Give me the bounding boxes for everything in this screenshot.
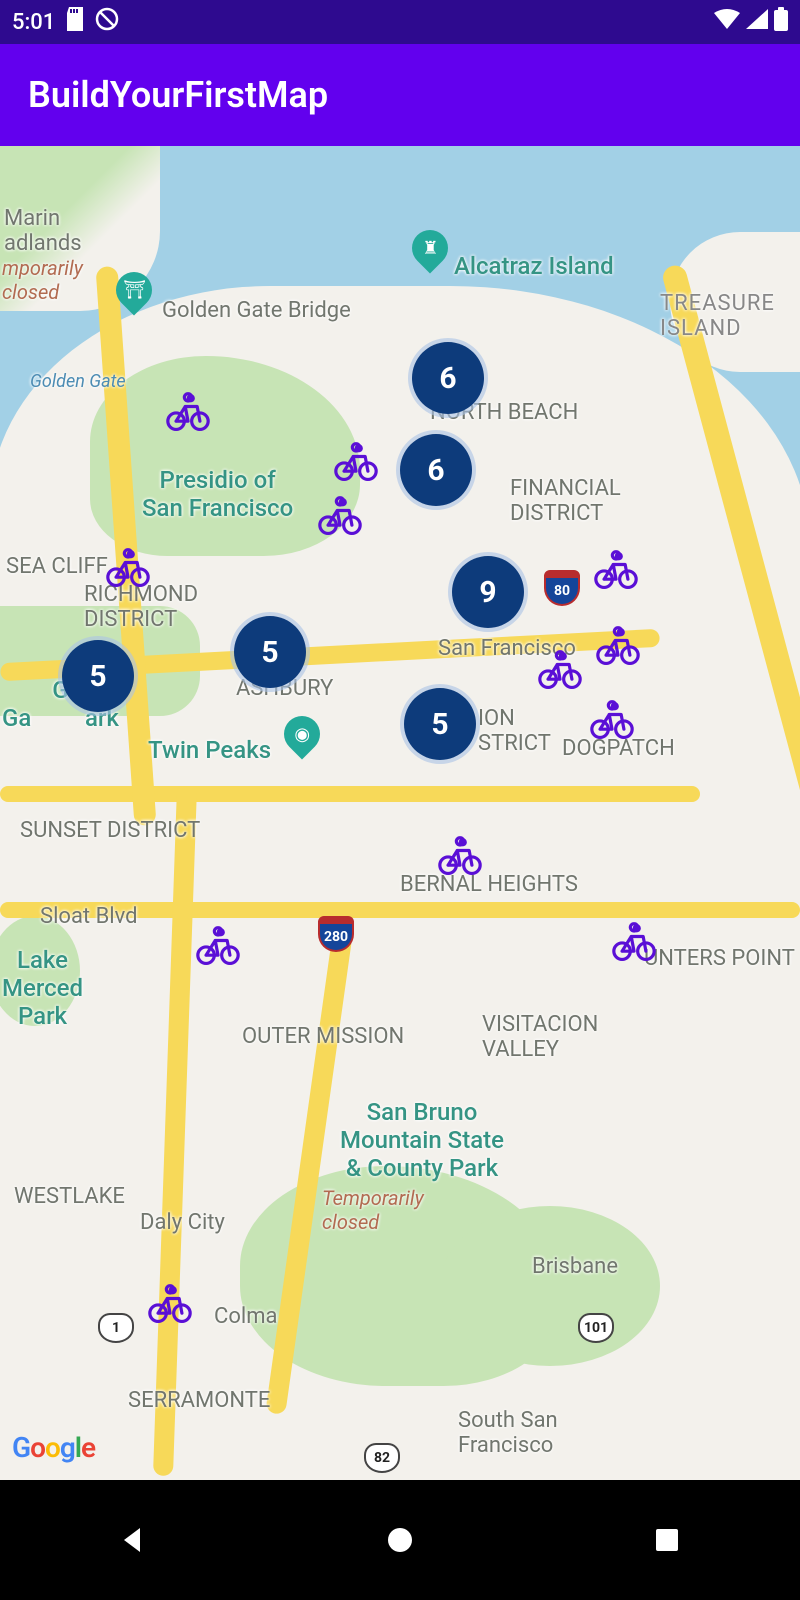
bicycle-icon[interactable] [596, 626, 640, 666]
cluster-marker[interactable]: 6 [412, 342, 484, 414]
bridge-icon: ⛩ [123, 280, 146, 301]
home-button[interactable] [380, 1520, 420, 1560]
cluster-marker[interactable]: 9 [452, 556, 524, 628]
park-brisbane-green [440, 1206, 660, 1366]
route-shield: 101 [578, 1313, 614, 1343]
bicycle-icon[interactable] [196, 926, 240, 966]
battery-icon [774, 7, 788, 37]
bicycle-icon[interactable] [166, 392, 210, 432]
navigation-bar [0, 1480, 800, 1600]
google-logo: Google [12, 1431, 95, 1464]
status-time: 5:01 [12, 10, 55, 35]
castle-icon: ♜ [422, 238, 438, 259]
bicycle-icon[interactable] [594, 550, 638, 590]
bicycle-icon[interactable] [590, 700, 634, 740]
cluster-marker[interactable]: 5 [404, 688, 476, 760]
route-shield: 82 [364, 1443, 400, 1473]
status-left: 5:01 [12, 7, 119, 37]
back-button[interactable] [113, 1520, 153, 1560]
cluster-marker[interactable]: 6 [400, 434, 472, 506]
app-bar: BuildYourFirstMap [0, 44, 800, 146]
bicycle-icon[interactable] [148, 1284, 192, 1324]
cluster-marker[interactable]: 5 [234, 616, 306, 688]
bicycle-icon[interactable] [612, 922, 656, 962]
recent-button[interactable] [647, 1520, 687, 1560]
route-shield: 1 [98, 1313, 134, 1343]
road [0, 902, 800, 918]
poi-marker-poi-ggbridge[interactable]: ⛩ [116, 272, 152, 318]
status-right [714, 7, 788, 37]
road [0, 786, 700, 802]
map-view[interactable]: Marin adlandsmporarily closedGolden Gate… [0, 146, 800, 1480]
bicycle-icon[interactable] [334, 442, 378, 482]
camera-icon: ◉ [294, 724, 310, 745]
sd-card-icon [65, 7, 85, 37]
route-shield: 280 [318, 916, 354, 952]
app-title: BuildYourFirstMap [28, 74, 328, 116]
poi-marker-poi-twinpeaks[interactable]: ◉ [284, 716, 320, 762]
bicycle-icon[interactable] [318, 496, 362, 536]
dnd-icon [95, 7, 119, 37]
route-shield: 80 [544, 570, 580, 606]
bicycle-icon[interactable] [438, 836, 482, 876]
bicycle-icon[interactable] [106, 548, 150, 588]
bicycle-icon[interactable] [538, 650, 582, 690]
status-bar: 5:01 [0, 0, 800, 44]
wifi-icon [714, 9, 740, 35]
cluster-marker[interactable]: 5 [62, 640, 134, 712]
poi-marker-poi-alcatraz[interactable]: ♜ [412, 230, 448, 276]
signal-icon [746, 9, 768, 35]
